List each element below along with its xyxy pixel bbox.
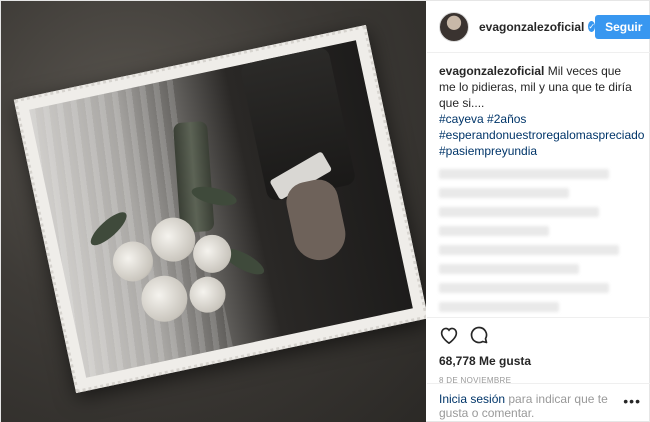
heart-outline-icon[interactable]	[439, 326, 459, 349]
caption: evagonzalezoficial Mil veces que me lo p…	[439, 63, 644, 159]
hashtag-link[interactable]: #esperandonuestroregalomaspreciado	[439, 127, 644, 143]
bridal-bouquet	[80, 120, 280, 363]
likes-count[interactable]: 68,778 Me gusta	[439, 354, 639, 368]
login-prompt: Inicia sesión para indicar que te gusta …	[427, 383, 650, 422]
post-header: evagonzalezoficial ✓ Seguir	[427, 1, 650, 53]
groom-hand	[282, 175, 351, 265]
verified-badge-icon: ✓	[588, 21, 596, 32]
login-link[interactable]: Inicia sesión	[439, 392, 505, 406]
caption-username[interactable]: evagonzalezoficial	[439, 64, 544, 78]
ellipsis-icon[interactable]: •••	[623, 393, 641, 409]
comments-section: evagonzalezoficial Mil veces que me lo p…	[427, 53, 650, 315]
follow-button[interactable]: Seguir	[595, 14, 650, 39]
action-bar: 68,778 Me gusta 8 DE NOVIEMBRE	[427, 317, 650, 391]
hashtag-link[interactable]: #pasiempreyundia	[439, 143, 639, 159]
blurred-comments	[439, 169, 639, 315]
avatar[interactable]	[439, 11, 469, 42]
comment-bubble-icon[interactable]	[469, 325, 489, 350]
header-username[interactable]: evagonzalezoficial	[479, 20, 584, 34]
hashtag-link[interactable]: #2años	[487, 112, 526, 126]
hashtag-link[interactable]: #cayeva	[439, 112, 484, 126]
instagram-post: evagonzalezoficial ✓ Seguir evagonzalezo…	[0, 0, 650, 422]
post-sidebar: evagonzalezoficial ✓ Seguir evagonzalezo…	[427, 1, 650, 422]
post-photo[interactable]	[1, 1, 426, 422]
wedding-photo-print	[13, 24, 426, 394]
